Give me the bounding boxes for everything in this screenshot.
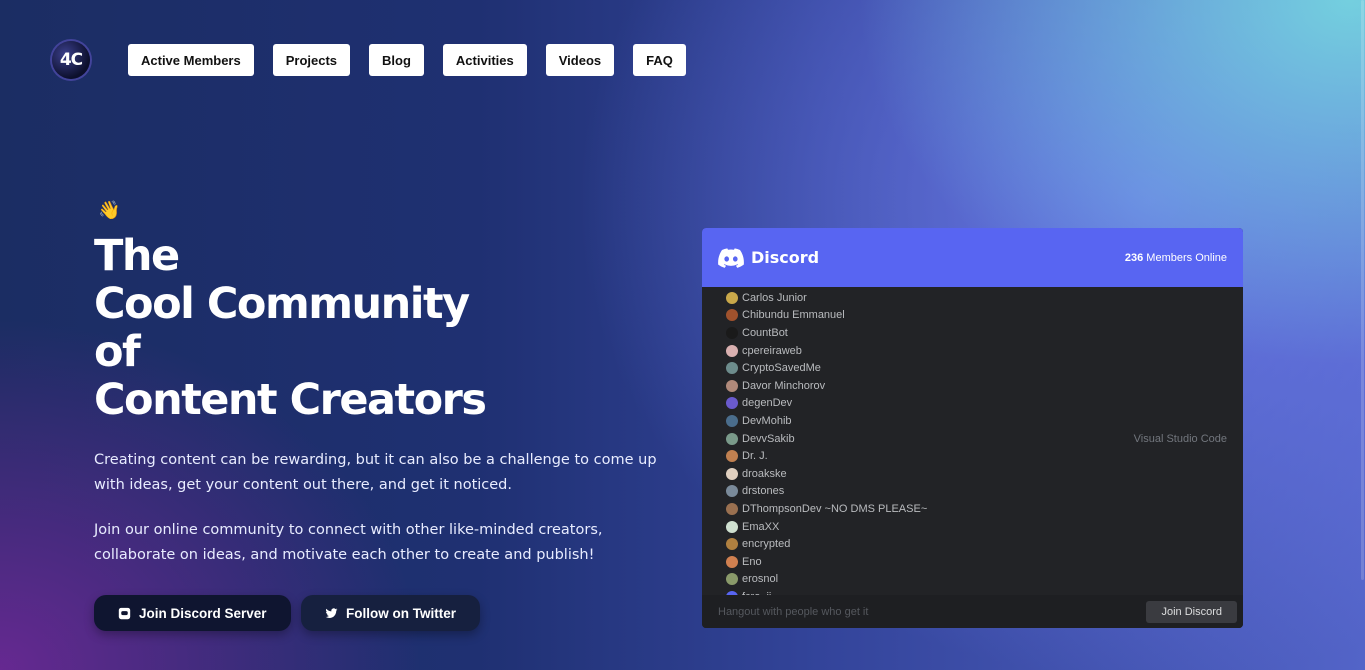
- nav-projects[interactable]: Projects: [272, 44, 351, 76]
- member-item[interactable]: Chibundu Emmanuel: [726, 307, 1227, 325]
- follow-twitter-button[interactable]: Follow on Twitter: [301, 595, 480, 631]
- hero-title-line: of: [94, 327, 141, 377]
- nav-videos[interactable]: Videos: [545, 44, 615, 76]
- hero-title-line: Content Creators: [94, 375, 487, 425]
- member-list[interactable]: Carlos Junior Chibundu Emmanuel CountBot cp…: [702, 287, 1243, 595]
- member-avatar: [726, 291, 738, 304]
- member-avatar: [726, 362, 738, 375]
- member-name: DevvSakib: [742, 432, 795, 445]
- member-name: Davor Minchorov: [742, 379, 826, 392]
- member-name: erosnol: [742, 573, 779, 586]
- member-item[interactable]: degenDev: [726, 395, 1227, 413]
- member-item[interactable]: Davor Minchorov: [726, 377, 1227, 395]
- page-scrollbar[interactable]: [1361, 0, 1364, 580]
- member-avatar: [726, 450, 738, 463]
- hero-title: The Cool Community of Content Creators: [94, 231, 487, 425]
- waving-hand-icon: 👋: [98, 200, 121, 221]
- hero-paragraph-2: Join our online community to connect wit…: [94, 522, 603, 563]
- logo-text: 4C: [59, 50, 83, 70]
- follow-twitter-label: Follow on Twitter: [346, 605, 456, 621]
- discord-widget-footer: Hangout with people who get it Join Disc…: [702, 595, 1243, 628]
- member-avatar: [726, 432, 738, 445]
- widget-tagline: Hangout with people who get it: [718, 605, 869, 618]
- discord-logo-icon: [718, 247, 744, 268]
- member-avatar: [726, 538, 738, 551]
- member-item[interactable]: EmaXX: [726, 518, 1227, 536]
- member-avatar: [726, 485, 738, 498]
- nav-activities[interactable]: Activities: [442, 44, 527, 76]
- member-avatar: [726, 309, 738, 322]
- member-item[interactable]: Eno: [726, 553, 1227, 571]
- member-item[interactable]: droakske: [726, 465, 1227, 483]
- discord-widget-header: Discord 236 Members Online: [702, 228, 1243, 287]
- member-item[interactable]: cpereiraweb: [726, 342, 1227, 360]
- member-name: cpereiraweb: [742, 344, 802, 357]
- member-item[interactable]: fcro_ji: [726, 588, 1227, 595]
- discord-icon: [118, 607, 131, 619]
- member-name: encrypted: [742, 538, 791, 551]
- member-avatar: [726, 344, 738, 357]
- member-name: Eno: [742, 555, 762, 568]
- member-avatar: [726, 467, 738, 480]
- member-name: drstones: [742, 485, 785, 498]
- member-item[interactable]: DevMohib: [726, 412, 1227, 430]
- member-name: DevMohib: [742, 414, 792, 427]
- member-item[interactable]: drstones: [726, 483, 1227, 501]
- member-activity: Visual Studio Code: [1133, 432, 1227, 445]
- member-item[interactable]: DThompsonDev ~NO DMS PLEASE~: [726, 500, 1227, 518]
- hero-title-line: The: [94, 231, 180, 281]
- member-item[interactable]: erosnol: [726, 571, 1227, 589]
- discord-brand[interactable]: Discord: [718, 247, 820, 268]
- member-avatar: [726, 520, 738, 533]
- member-name: Dr. J.: [742, 450, 768, 463]
- join-discord-server-label: Join Discord Server: [139, 605, 267, 621]
- join-discord-button[interactable]: Join Discord: [1146, 600, 1237, 623]
- logo[interactable]: 4C: [52, 41, 90, 79]
- member-name: Carlos Junior: [742, 291, 807, 304]
- member-avatar: [726, 326, 738, 339]
- twitter-icon: [325, 607, 338, 618]
- member-item[interactable]: encrypted: [726, 535, 1227, 553]
- nav-blog[interactable]: Blog: [369, 44, 424, 76]
- member-name: CountBot: [742, 326, 788, 339]
- main-nav: Active Members Projects Blog Activities …: [128, 44, 686, 76]
- member-item[interactable]: CryptoSavedMe: [726, 359, 1227, 377]
- discord-widget: Discord 236 Members Online Carlos Junior…: [702, 228, 1243, 628]
- member-avatar: [726, 397, 738, 410]
- member-item[interactable]: Carlos Junior: [726, 289, 1227, 307]
- member-name: Chibundu Emmanuel: [742, 309, 845, 322]
- member-avatar: [726, 414, 738, 427]
- member-name: DThompsonDev ~NO DMS PLEASE~: [742, 502, 928, 515]
- members-online-label: Members Online: [1146, 251, 1227, 264]
- member-item[interactable]: DevvSakib Visual Studio Code: [726, 430, 1227, 448]
- member-avatar: [726, 573, 738, 586]
- members-online-count: 236: [1124, 251, 1144, 264]
- nav-active-members[interactable]: Active Members: [128, 44, 254, 76]
- member-avatar: [726, 555, 738, 568]
- hero-title-line: Cool Community: [94, 279, 470, 329]
- member-name: CryptoSavedMe: [742, 362, 821, 375]
- hero-paragraph-1: Creating content can be rewarding, but i…: [94, 452, 657, 493]
- nav-faq[interactable]: FAQ: [633, 44, 686, 76]
- discord-brand-label: Discord: [751, 248, 820, 267]
- member-item[interactable]: Dr. J.: [726, 447, 1227, 465]
- member-name: EmaXX: [742, 520, 780, 533]
- member-item[interactable]: CountBot: [726, 324, 1227, 342]
- member-name: droakske: [742, 467, 787, 480]
- member-name: degenDev: [742, 397, 793, 410]
- member-avatar: [726, 502, 738, 515]
- members-online: 236 Members Online: [1125, 252, 1227, 264]
- member-avatar: [726, 379, 738, 392]
- join-discord-server-button[interactable]: Join Discord Server: [94, 595, 291, 631]
